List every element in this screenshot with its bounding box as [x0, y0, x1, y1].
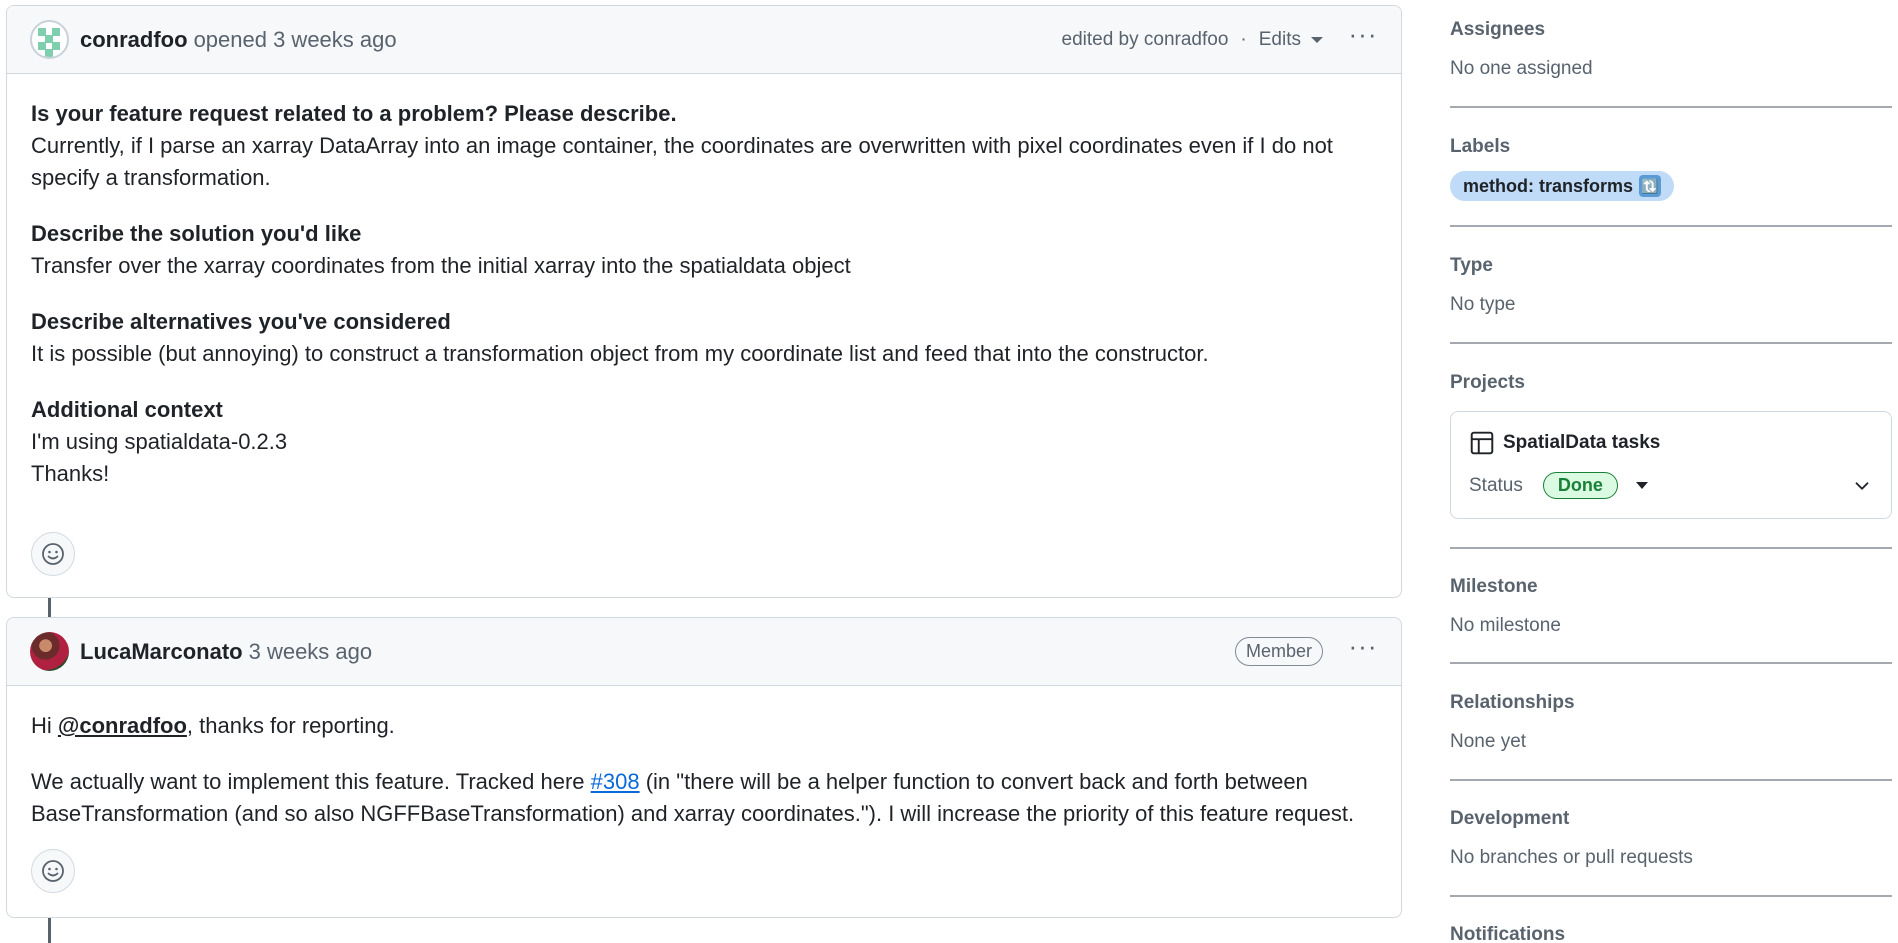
divider — [1450, 106, 1892, 108]
body-text: Hi — [31, 713, 58, 738]
issue-comment: LucaMarconato 3 weeks ago Member ··· Hi … — [6, 617, 1402, 918]
label-chip[interactable]: method: transforms 🔃 — [1450, 171, 1675, 201]
development-title[interactable]: Development — [1450, 808, 1892, 830]
member-badge: Member — [1234, 637, 1323, 666]
comment-header: conradfoo opened 3 weeks ago edited by c… — [7, 6, 1401, 74]
body-text: Currently, if I parse an xarray DataArra… — [31, 133, 1333, 190]
kebab-horizontal-icon[interactable]: ··· — [1343, 633, 1383, 659]
timeline-line — [48, 598, 51, 617]
body-text: , thanks for reporting. — [186, 713, 395, 738]
projects-title[interactable]: Projects — [1450, 372, 1892, 394]
body-text: I'm using spatialdata-0.2.3 — [31, 429, 288, 454]
add-reaction-button[interactable] — [31, 849, 75, 893]
project-card: SpatialData tasks Status Done — [1450, 411, 1892, 519]
milestone-section: Milestone No milestone — [1450, 576, 1892, 637]
comment-timestamp[interactable]: opened 3 weeks ago — [194, 27, 397, 53]
project-name-row[interactable]: SpatialData tasks — [1469, 430, 1873, 456]
separator: · — [1240, 28, 1247, 50]
body-heading: Additional context — [31, 397, 223, 422]
body-heading: Is your feature request related to a pro… — [31, 101, 677, 126]
milestone-value: No milestone — [1450, 615, 1561, 636]
comment-header: LucaMarconato 3 weeks ago Member ··· — [7, 618, 1401, 686]
status-badge[interactable]: Done — [1542, 472, 1618, 499]
smiley-icon — [42, 543, 64, 565]
edits-dropdown[interactable]: Edits — [1259, 29, 1323, 51]
assignees-title[interactable]: Assignees — [1450, 19, 1892, 41]
type-title[interactable]: Type — [1450, 255, 1892, 277]
label-chip-text: method: transforms — [1463, 175, 1634, 196]
chevron-down-icon[interactable] — [1851, 475, 1873, 497]
smiley-icon — [42, 860, 64, 882]
comment-body: Hi @conradfoo, thanks for reporting. We … — [7, 686, 1401, 830]
relationships-title[interactable]: Relationships — [1450, 692, 1892, 714]
notifications-title[interactable]: Notifications — [1450, 924, 1892, 943]
divider — [1450, 342, 1892, 344]
arrows-cycle-icon: 🔃 — [1639, 175, 1662, 197]
add-reaction-button[interactable] — [31, 532, 75, 576]
relationships-section: Relationships None yet — [1450, 692, 1892, 753]
development-section: Development No branches or pull requests — [1450, 808, 1892, 869]
project-name[interactable]: SpatialData tasks — [1503, 432, 1660, 454]
comment-author[interactable]: LucaMarconato — [80, 639, 243, 665]
kebab-horizontal-icon[interactable]: ··· — [1343, 21, 1383, 47]
issue-reference-link[interactable]: #308 — [591, 769, 640, 794]
divider — [1450, 225, 1892, 227]
body-heading: Describe the solution you'd like — [31, 221, 362, 246]
avatar[interactable] — [30, 632, 69, 671]
comment-author[interactable]: conradfoo — [80, 27, 188, 53]
notifications-section: Notifications — [1450, 924, 1892, 943]
relationships-value: None yet — [1450, 731, 1527, 752]
triangle-down-icon[interactable] — [1635, 482, 1648, 489]
avatar[interactable] — [30, 20, 69, 59]
edits-label: Edits — [1258, 28, 1301, 50]
assignees-value: No one assigned — [1450, 58, 1593, 79]
triangle-down-icon — [1311, 36, 1323, 43]
body-heading: Describe alternatives you've considered — [31, 309, 451, 334]
status-label: Status — [1469, 474, 1523, 496]
labels-section: Labels method: transforms 🔃 — [1450, 136, 1892, 201]
issue-comment-opening: conradfoo opened 3 weeks ago edited by c… — [6, 5, 1402, 598]
assignees-section: Assignees No one assigned — [1450, 19, 1892, 80]
labels-title[interactable]: Labels — [1450, 136, 1892, 158]
projects-section: Projects SpatialData tasks Status Done — [1450, 372, 1892, 519]
comment-body: Is your feature request related to a pro… — [7, 74, 1401, 490]
body-text: We actually want to implement this featu… — [31, 769, 591, 794]
project-status-row: Status Done — [1469, 472, 1873, 499]
development-value: No branches or pull requests — [1450, 847, 1693, 868]
edited-by-text: edited by conradfoo — [1061, 28, 1229, 50]
body-text: Transfer over the xarray coordinates fro… — [31, 253, 851, 278]
divider — [1450, 547, 1892, 549]
comment-timestamp[interactable]: 3 weeks ago — [249, 639, 373, 665]
body-text: It is possible (but annoying) to constru… — [31, 341, 1209, 366]
timeline-line — [48, 918, 51, 943]
body-text: Thanks! — [31, 461, 110, 486]
table-icon — [1470, 431, 1494, 455]
divider — [1450, 779, 1892, 781]
type-section: Type No type — [1450, 255, 1892, 316]
user-mention-link[interactable]: @conradfoo — [58, 713, 187, 738]
milestone-title[interactable]: Milestone — [1450, 576, 1892, 598]
divider — [1450, 662, 1892, 664]
type-value: No type — [1450, 294, 1516, 315]
divider — [1450, 895, 1892, 897]
